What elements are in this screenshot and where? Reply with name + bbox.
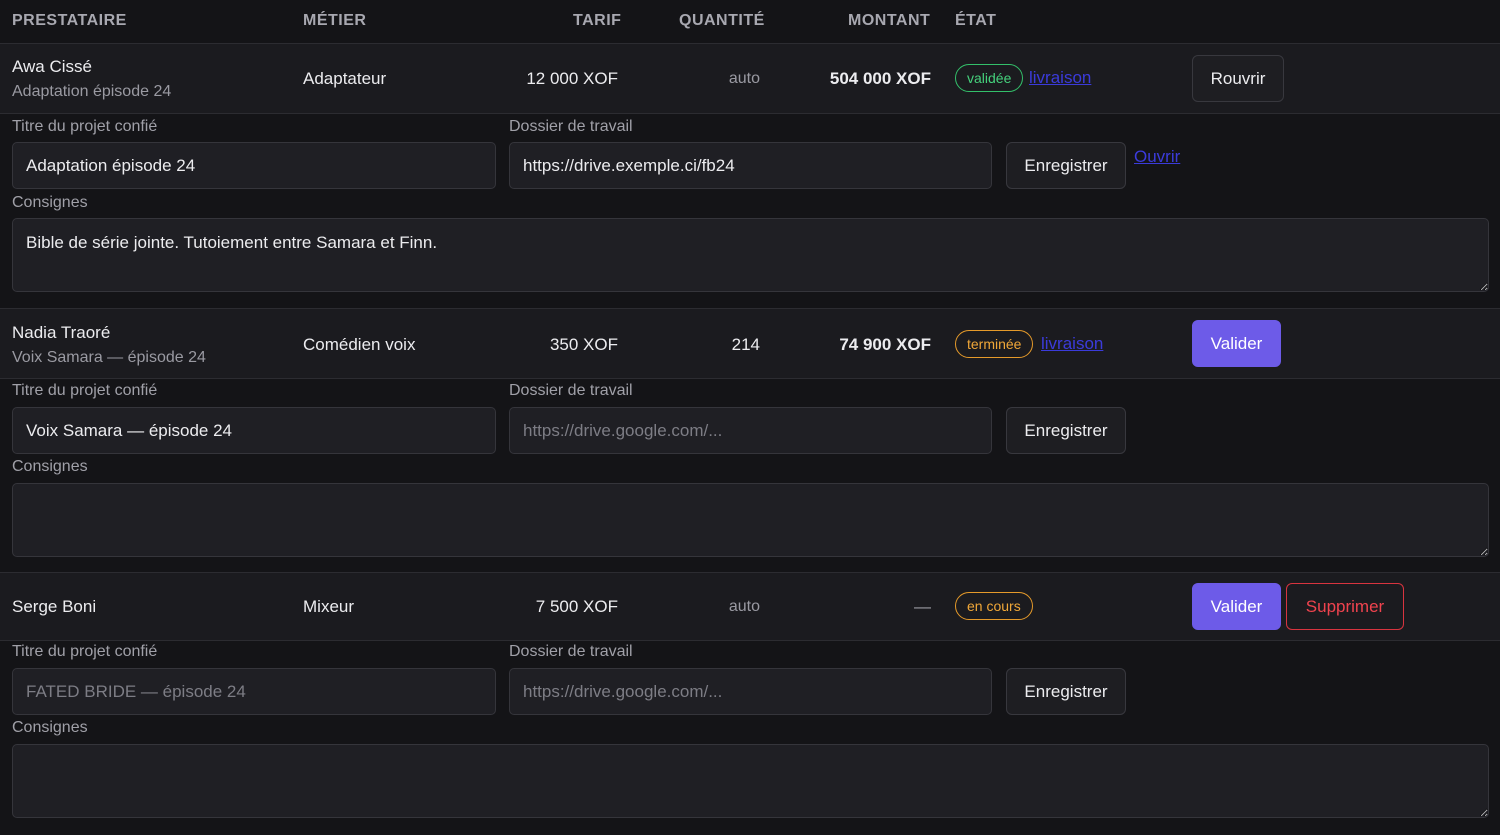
header-metier: MÉTIER bbox=[303, 12, 367, 29]
header-etat: ÉTAT bbox=[955, 12, 997, 29]
header-montant: MONTANT bbox=[848, 12, 931, 29]
valider-button[interactable]: Valider bbox=[1192, 583, 1281, 630]
quantite: auto bbox=[728, 70, 760, 87]
supprimer-button[interactable]: Supprimer bbox=[1286, 583, 1404, 630]
ouvrir-link[interactable]: Ouvrir bbox=[1134, 147, 1180, 167]
titre-input[interactable] bbox=[12, 668, 496, 715]
dossier-input[interactable] bbox=[509, 407, 992, 454]
consignes-label: Consignes bbox=[12, 719, 88, 736]
consignes-textarea[interactable] bbox=[12, 744, 1489, 818]
metier: Comédien voix bbox=[303, 335, 416, 354]
enregistrer-button[interactable]: Enregistrer bbox=[1006, 407, 1126, 454]
tarif: 350 XOF bbox=[549, 335, 618, 354]
row-details: Titre du projet confié Dossier de travai… bbox=[0, 640, 1500, 835]
valider-button[interactable]: Valider bbox=[1192, 320, 1281, 367]
livraison-link[interactable]: livraison bbox=[1029, 68, 1091, 88]
status-badge: en cours bbox=[955, 592, 1033, 620]
dossier-label: Dossier de travail bbox=[509, 118, 633, 135]
metier: Mixeur bbox=[303, 597, 355, 616]
enregistrer-button[interactable]: Enregistrer bbox=[1006, 668, 1126, 715]
dossier-input[interactable] bbox=[509, 668, 992, 715]
dossier-label: Dossier de travail bbox=[509, 382, 633, 399]
rouvrir-button[interactable]: Rouvrir bbox=[1192, 55, 1284, 102]
prestataire-subtitle: Voix Samara — épisode 24 bbox=[12, 349, 206, 366]
consignes-textarea[interactable] bbox=[12, 483, 1489, 557]
prestataire-name: Nadia Traoré bbox=[12, 323, 111, 342]
status-badge: validée bbox=[955, 64, 1024, 92]
table-header: PRESTATAIRE MÉTIER TARIF QUANTITÉ MONTAN… bbox=[0, 0, 1500, 44]
header-prestataire: PRESTATAIRE bbox=[12, 12, 127, 29]
titre-input[interactable] bbox=[12, 142, 496, 189]
row-details: Titre du projet confié Dossier de travai… bbox=[0, 378, 1500, 571]
titre-input[interactable] bbox=[12, 407, 496, 454]
titre-label: Titre du projet confié bbox=[12, 118, 158, 135]
table-row: Nadia Traoré Voix Samara — épisode 24 Co… bbox=[0, 308, 1500, 379]
dossier-input[interactable] bbox=[509, 142, 992, 189]
consignes-label: Consignes bbox=[12, 458, 88, 475]
montant: 504 000 XOF bbox=[829, 69, 931, 88]
header-quantite: QUANTITÉ bbox=[679, 12, 765, 29]
header-tarif: TARIF bbox=[573, 12, 622, 29]
montant: 74 900 XOF bbox=[839, 335, 931, 354]
tarif: 7 500 XOF bbox=[535, 597, 618, 616]
status-badge: terminée bbox=[955, 330, 1034, 358]
titre-label: Titre du projet confié bbox=[12, 643, 158, 660]
row-details: Titre du projet confié Dossier de travai… bbox=[0, 114, 1500, 307]
consignes-label: Consignes bbox=[12, 194, 88, 211]
quantite: auto bbox=[728, 598, 760, 615]
livraison-link[interactable]: livraison bbox=[1041, 334, 1103, 354]
prestataire-subtitle: Adaptation épisode 24 bbox=[12, 83, 172, 100]
table-row: Serge Boni Mixeur 7 500 XOF auto — en co… bbox=[0, 572, 1500, 641]
prestataire-name: Serge Boni bbox=[12, 597, 97, 616]
prestataire-name: Awa Cissé bbox=[12, 57, 92, 76]
enregistrer-button[interactable]: Enregistrer bbox=[1006, 142, 1126, 189]
table-row: Awa Cissé Adaptation épisode 24 Adaptate… bbox=[0, 44, 1500, 114]
montant: — bbox=[914, 597, 931, 616]
tarif: 12 000 XOF bbox=[526, 69, 618, 88]
titre-label: Titre du projet confié bbox=[12, 382, 158, 399]
consignes-textarea[interactable]: Bible de série jointe. Tutoiement entre … bbox=[12, 218, 1489, 292]
quantite: 214 bbox=[731, 335, 760, 354]
metier: Adaptateur bbox=[303, 69, 387, 88]
dossier-label: Dossier de travail bbox=[509, 643, 633, 660]
